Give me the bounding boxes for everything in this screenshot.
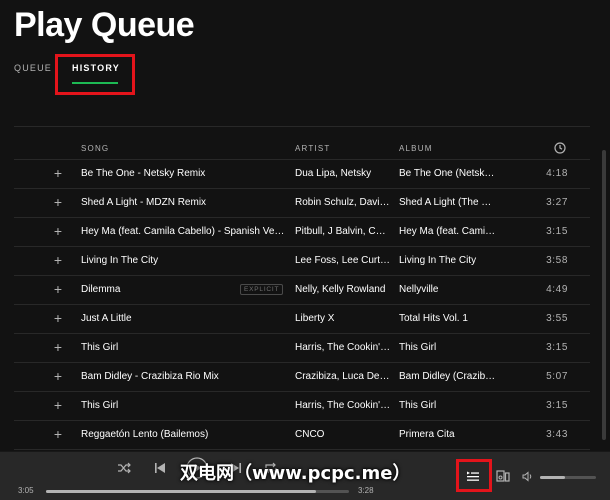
shuffle-icon[interactable]	[117, 461, 131, 475]
track-album[interactable]: Living In The City	[399, 255, 497, 266]
track-duration: 4:49	[546, 284, 568, 295]
plus-icon[interactable]: +	[52, 340, 64, 354]
track-artist[interactable]: Nelly, Kelly Rowland	[295, 284, 391, 295]
next-icon[interactable]	[230, 461, 242, 475]
column-header-album[interactable]: ALBUM	[399, 144, 433, 153]
track-album[interactable]: Nellyville	[399, 284, 497, 295]
progress-bar[interactable]	[46, 490, 349, 493]
track-title[interactable]: Be The One - Netsky Remix	[81, 168, 287, 179]
track-duration: 3:27	[546, 197, 568, 208]
player-bar: 3:05 3:28	[0, 451, 610, 500]
track-artist[interactable]: Pitbull, J Balvin, Camila Cabello	[295, 226, 391, 237]
table-header: SONG ARTIST ALBUM	[14, 141, 590, 160]
track-artist[interactable]: Harris, The Cookin' Books	[295, 342, 391, 353]
previous-icon[interactable]	[154, 461, 166, 475]
section-divider	[14, 126, 590, 127]
scrollbar[interactable]	[598, 0, 610, 451]
progress-fill	[46, 490, 316, 493]
tab-history[interactable]: HISTORY	[72, 63, 120, 73]
track-album[interactable]: Shed A Light (The Remixes)	[399, 197, 497, 208]
track-duration: 3:43	[546, 429, 568, 440]
track-title[interactable]: Just A Little	[81, 313, 287, 324]
play-queue-window: Play Queue QUEUE HISTORY SONG ARTIST ALB…	[0, 0, 610, 500]
devices-icon[interactable]	[496, 469, 510, 483]
volume-icon[interactable]	[522, 471, 533, 482]
plus-icon[interactable]: +	[52, 224, 64, 238]
track-duration: 5:07	[546, 371, 568, 382]
track-row[interactable]: + Hey Ma (feat. Camila Cabello) - Spanish…	[14, 218, 590, 247]
active-tab-indicator	[72, 82, 118, 84]
track-album[interactable]: Bam Didley (Crazibiza Rio Mix)	[399, 371, 497, 382]
track-title[interactable]: Shed A Light - MDZN Remix	[81, 197, 287, 208]
track-title[interactable]: Bam Didley - Crazibiza Rio Mix	[81, 371, 287, 382]
total-time: 3:28	[358, 486, 374, 495]
track-duration: 4:18	[546, 168, 568, 179]
queue-icon[interactable]	[466, 470, 480, 482]
volume-fill	[540, 476, 566, 479]
track-title[interactable]: Living In The City	[81, 255, 287, 266]
track-artist[interactable]: CNCO	[295, 429, 391, 440]
track-artist[interactable]: Crazibiza, Luca Debonaire	[295, 371, 391, 382]
track-row[interactable]: + This Girl Harris, The Cookin' Books This …	[14, 392, 590, 421]
track-duration: 3:15	[546, 226, 568, 237]
track-artist[interactable]: Harris, The Cookin' Books	[295, 400, 391, 411]
plus-icon[interactable]: +	[52, 282, 64, 296]
track-row[interactable]: + Shed A Light - MDZN Remix Robin Schulz, …	[14, 189, 590, 218]
track-list: + Be The One - Netsky Remix Dua Lipa, Nets…	[14, 160, 590, 450]
plus-icon[interactable]: +	[52, 398, 64, 412]
plus-icon[interactable]: +	[52, 427, 64, 441]
volume-slider[interactable]	[540, 476, 596, 479]
plus-icon[interactable]: +	[52, 311, 64, 325]
track-row[interactable]: + Living In The City Lee Foss, Lee Curtiss…	[14, 247, 590, 276]
explicit-badge: EXPLICIT	[240, 284, 284, 295]
track-artist[interactable]: Liberty X	[295, 313, 391, 324]
plus-icon[interactable]: +	[52, 253, 64, 267]
track-duration: 3:15	[546, 342, 568, 353]
track-row[interactable]: + This Girl Harris, The Cookin' Books This …	[14, 334, 590, 363]
track-album[interactable]: Primera Cita	[399, 429, 497, 440]
track-artist[interactable]: Robin Schulz, David Guetta	[295, 197, 391, 208]
track-row[interactable]: + Just A Little Liberty X Total Hits Vol. 1…	[14, 305, 590, 334]
track-title[interactable]: Reggaetón Lento (Bailemos)	[81, 429, 287, 440]
play-icon[interactable]	[186, 457, 208, 479]
track-album[interactable]: This Girl	[399, 342, 497, 353]
track-row[interactable]: + Be The One - Netsky Remix Dua Lipa, Nets…	[14, 160, 590, 189]
scrollbar-thumb[interactable]	[602, 150, 606, 440]
repeat-icon[interactable]	[264, 461, 278, 475]
track-album[interactable]: Total Hits Vol. 1	[399, 313, 497, 324]
track-artist[interactable]: Dua Lipa, Netsky	[295, 168, 391, 179]
track-row[interactable]: + Reggaetón Lento (Bailemos) CNCO Primera C…	[14, 421, 590, 450]
track-duration: 3:58	[546, 255, 568, 266]
column-header-song[interactable]: SONG	[81, 144, 109, 153]
track-row[interactable]: + Bam Didley - Crazibiza Rio Mix Crazibiza…	[14, 363, 590, 392]
track-title[interactable]: Hey Ma (feat. Camila Cabello) - Spanish …	[81, 226, 287, 237]
plus-icon[interactable]: +	[52, 166, 64, 180]
page-title: Play Queue	[14, 6, 195, 44]
track-row[interactable]: + Dilemma EXPLICIT Nelly, Kelly Rowland Nell…	[14, 276, 590, 305]
elapsed-time: 3:05	[18, 486, 34, 495]
column-header-artist[interactable]: ARTIST	[295, 144, 331, 153]
tab-queue[interactable]: QUEUE	[14, 63, 52, 73]
track-title[interactable]: This Girl	[81, 342, 287, 353]
track-artist[interactable]: Lee Foss, Lee Curtiss	[295, 255, 391, 266]
track-duration: 3:55	[546, 313, 568, 324]
track-duration: 3:15	[546, 400, 568, 411]
history-tab-highlight	[55, 54, 135, 95]
clock-icon[interactable]	[554, 142, 566, 154]
track-album[interactable]: Be The One (Netsky Remix)	[399, 168, 497, 179]
plus-icon[interactable]: +	[52, 195, 64, 209]
track-album[interactable]: Hey Ma (feat. Camila Cabello)	[399, 226, 497, 237]
track-album[interactable]: This Girl	[399, 400, 497, 411]
track-title[interactable]: This Girl	[81, 400, 287, 411]
plus-icon[interactable]: +	[52, 369, 64, 383]
